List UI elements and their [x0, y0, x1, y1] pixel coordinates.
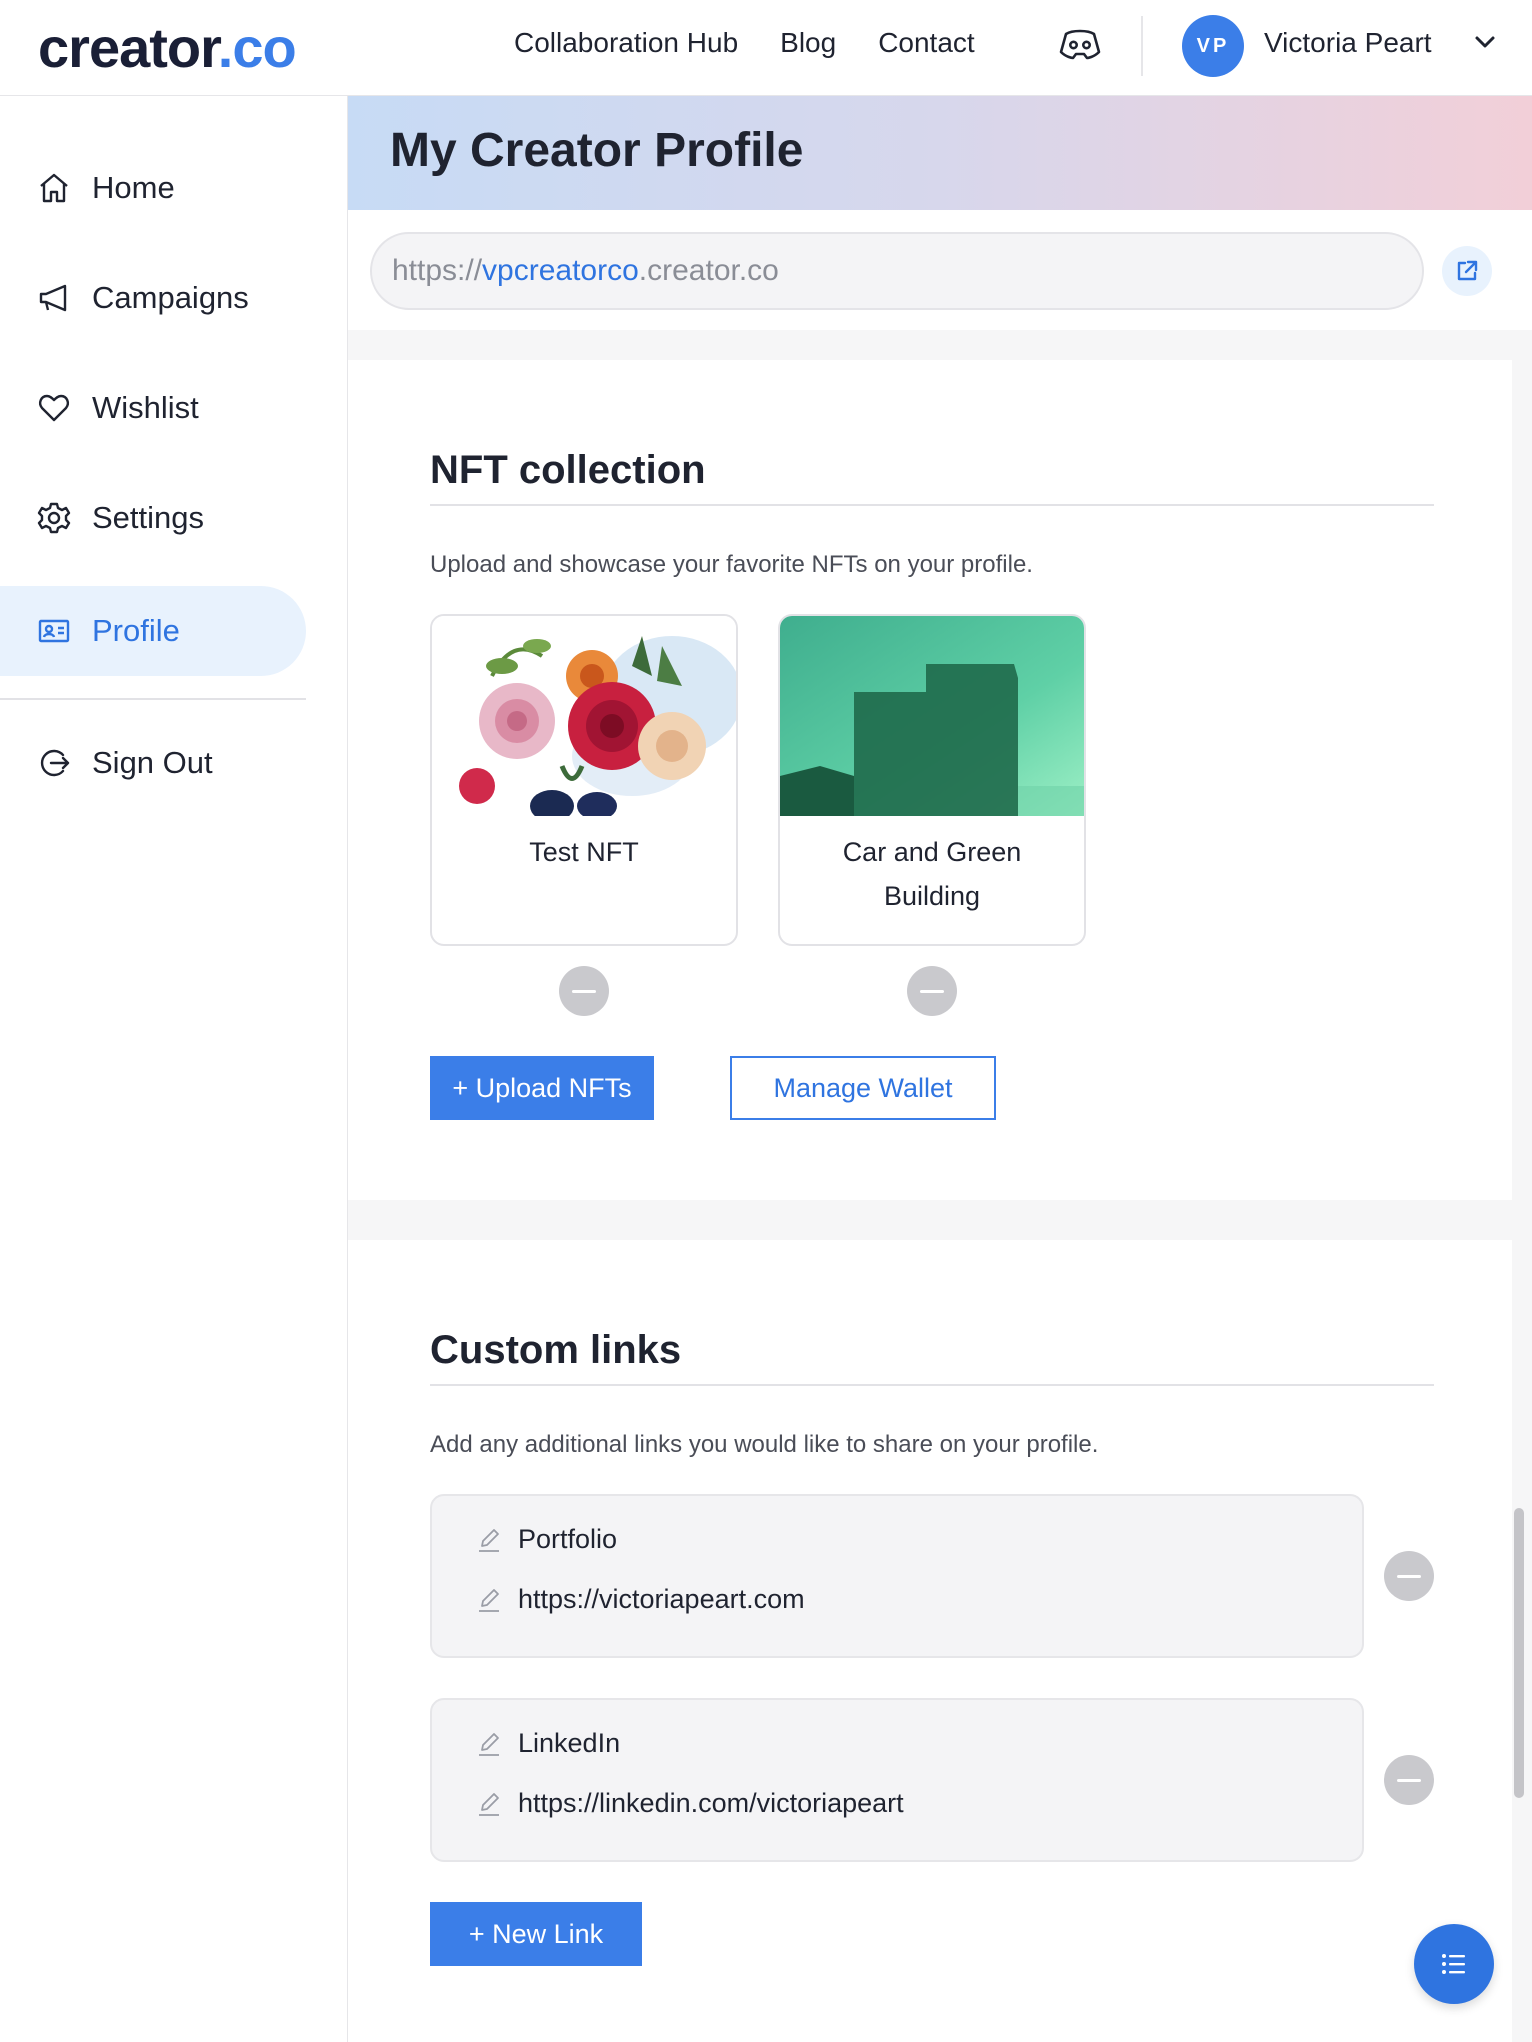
minus-icon [1397, 1778, 1421, 1782]
sidebar-item-home[interactable]: Home [0, 143, 306, 233]
sidebar-item-label: Home [92, 170, 175, 205]
profile-url-field[interactable]: https://vpcreatorco .creator.co [370, 232, 1424, 310]
nft-description: Upload and showcase your favorite NFTs o… [430, 551, 1033, 578]
discord-icon[interactable] [1058, 26, 1102, 62]
floating-list-button[interactable] [1414, 1924, 1494, 2004]
heart-icon [36, 390, 72, 426]
chevron-down-icon[interactable] [1474, 34, 1496, 50]
links-description: Add any additional links you would like … [430, 1431, 1099, 1458]
sidebar: Home Campaigns Wishlist Settings Profile… [0, 96, 348, 2042]
open-external-button[interactable] [1442, 246, 1492, 296]
link-title-field[interactable]: Portfolio [476, 1524, 617, 1555]
nft-image-flowers [432, 616, 736, 816]
new-link-button[interactable]: + New Link [430, 1902, 642, 1966]
link-url-field[interactable]: https://linkedin.com/victoriapeart [476, 1788, 904, 1819]
manage-wallet-button[interactable]: Manage Wallet [730, 1056, 996, 1120]
minus-icon [920, 989, 944, 993]
top-header: creator.co Collaboration Hub Blog Contac… [0, 0, 1532, 96]
nft-title: Test NFT [529, 837, 639, 867]
remove-nft-button[interactable] [907, 966, 957, 1016]
link-url-field[interactable]: https://victoriapeart.com [476, 1584, 805, 1615]
sidebar-item-profile[interactable]: Profile [0, 586, 306, 676]
remove-nft-button[interactable] [559, 966, 609, 1016]
sidebar-item-label: Sign Out [92, 745, 213, 780]
nft-heading: NFT collection [430, 448, 706, 492]
list-icon [1442, 1954, 1465, 1974]
gear-icon [36, 500, 72, 536]
megaphone-icon [36, 280, 72, 316]
minus-icon [1397, 1574, 1421, 1578]
pencil-icon [479, 1792, 499, 1816]
sidebar-item-wishlist[interactable]: Wishlist [0, 363, 306, 453]
nft-title: Car and Green Building [842, 837, 1022, 911]
remove-link-button[interactable] [1384, 1755, 1434, 1805]
profile-url-handle: vpcreatorco [482, 254, 639, 287]
pencil-icon [479, 1588, 499, 1612]
nav-contact[interactable]: Contact [878, 26, 975, 60]
scrollbar-thumb[interactable] [1514, 1508, 1524, 1798]
minus-icon [572, 989, 596, 993]
link-title-field[interactable]: LinkedIn [476, 1728, 620, 1759]
sidebar-item-campaigns[interactable]: Campaigns [0, 253, 306, 343]
custom-links-card: Custom links Add any additional links yo… [348, 1240, 1512, 2042]
nft-heading-rule [430, 504, 1434, 506]
pencil-icon [479, 1732, 499, 1756]
sidebar-item-settings[interactable]: Settings [0, 473, 306, 563]
external-link-icon [1457, 260, 1478, 281]
nav-collaboration-hub[interactable]: Collaboration Hub [514, 26, 738, 60]
upload-nfts-button[interactable]: + Upload NFTs [430, 1056, 654, 1120]
creator-co-logo[interactable]: creator.co [38, 18, 297, 78]
links-heading-rule [430, 1384, 1434, 1386]
profile-banner: My Creator Profile [348, 96, 1532, 210]
sidebar-item-label: Wishlist [92, 390, 199, 425]
header-divider [1141, 16, 1143, 76]
id-card-icon [36, 613, 72, 649]
custom-link-item: LinkedIn https://linkedin.com/victoriape… [430, 1698, 1364, 1862]
sidebar-item-label: Profile [92, 613, 180, 648]
top-nav: Collaboration Hub Blog Contact [514, 26, 1017, 60]
home-icon [36, 170, 72, 206]
sidebar-item-label: Campaigns [92, 280, 249, 315]
nft-tile[interactable]: Car and Green Building [778, 614, 1086, 946]
sidebar-item-sign-out[interactable]: Sign Out [0, 718, 306, 808]
nft-tile[interactable]: Test NFT [430, 614, 738, 946]
links-heading: Custom links [430, 1328, 682, 1372]
avatar[interactable]: VP [1182, 15, 1244, 77]
sidebar-item-label: Settings [92, 500, 205, 535]
sidebar-divider [0, 698, 306, 700]
nft-collection-card: NFT collection Upload and showcase your … [348, 360, 1512, 1200]
user-name[interactable]: Victoria Peart [1264, 26, 1432, 60]
nav-blog[interactable]: Blog [780, 26, 836, 60]
nft-image-green-building [780, 616, 1084, 816]
page-title: My Creator Profile [390, 124, 804, 177]
remove-link-button[interactable] [1384, 1551, 1434, 1601]
pencil-icon [479, 1528, 499, 1552]
profile-url-section: https://vpcreatorco .creator.co [348, 210, 1532, 330]
sign-out-icon [36, 745, 72, 781]
custom-link-item: Portfolio https://victoriapeart.com [430, 1494, 1364, 1658]
